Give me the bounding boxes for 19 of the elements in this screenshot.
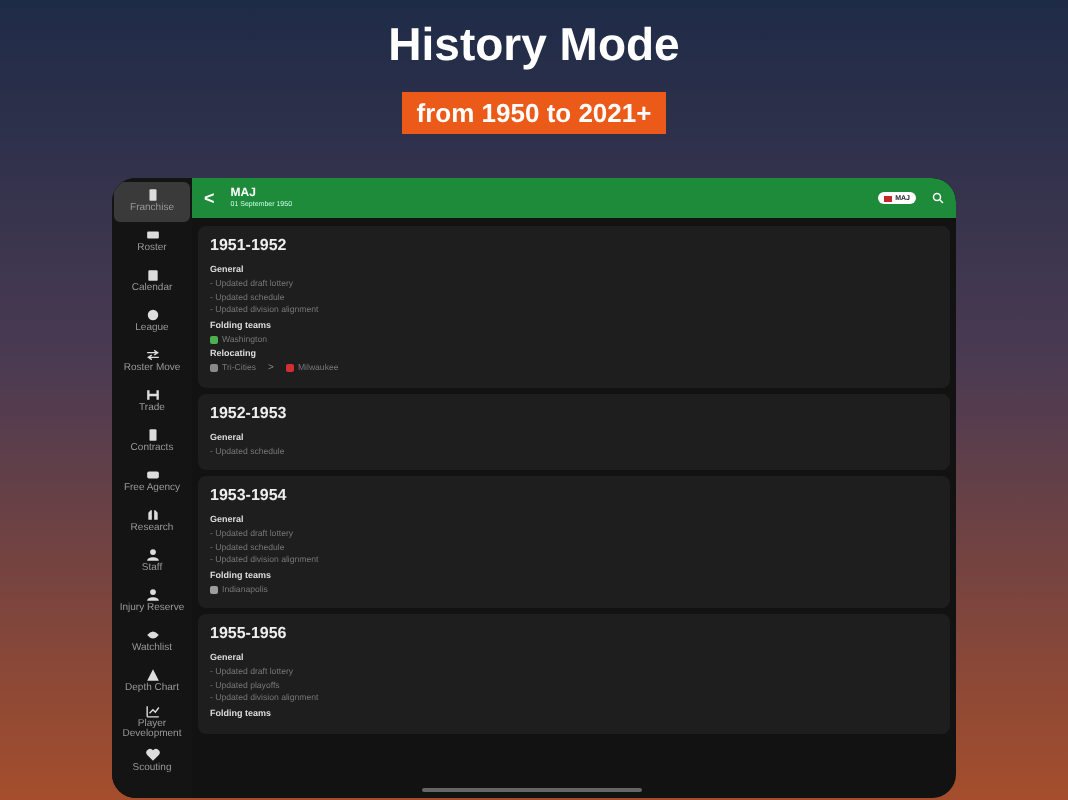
search-icon[interactable] [932, 192, 944, 204]
document-icon [145, 428, 159, 443]
season-title: 1953-1954 [210, 486, 289, 504]
tagline-badge: from 1950 to 2021+ [402, 92, 666, 134]
triangle-icon [145, 668, 159, 683]
person-icon [145, 588, 159, 603]
circle-icon [145, 308, 159, 323]
season-title: 1951-1952 [210, 236, 289, 254]
swap-arrows-icon [145, 348, 159, 363]
card-icon [145, 228, 159, 243]
eye-icon [145, 628, 159, 643]
h-icon [145, 388, 159, 403]
chart-icon [145, 703, 159, 718]
headline: History Mode [388, 16, 680, 72]
heart-icon [145, 748, 159, 763]
season-title: 1955-1956 [210, 624, 289, 642]
season-title: 1952-1953 [210, 403, 289, 421]
back-button[interactable]: < [204, 188, 215, 208]
person-icon [145, 548, 159, 563]
